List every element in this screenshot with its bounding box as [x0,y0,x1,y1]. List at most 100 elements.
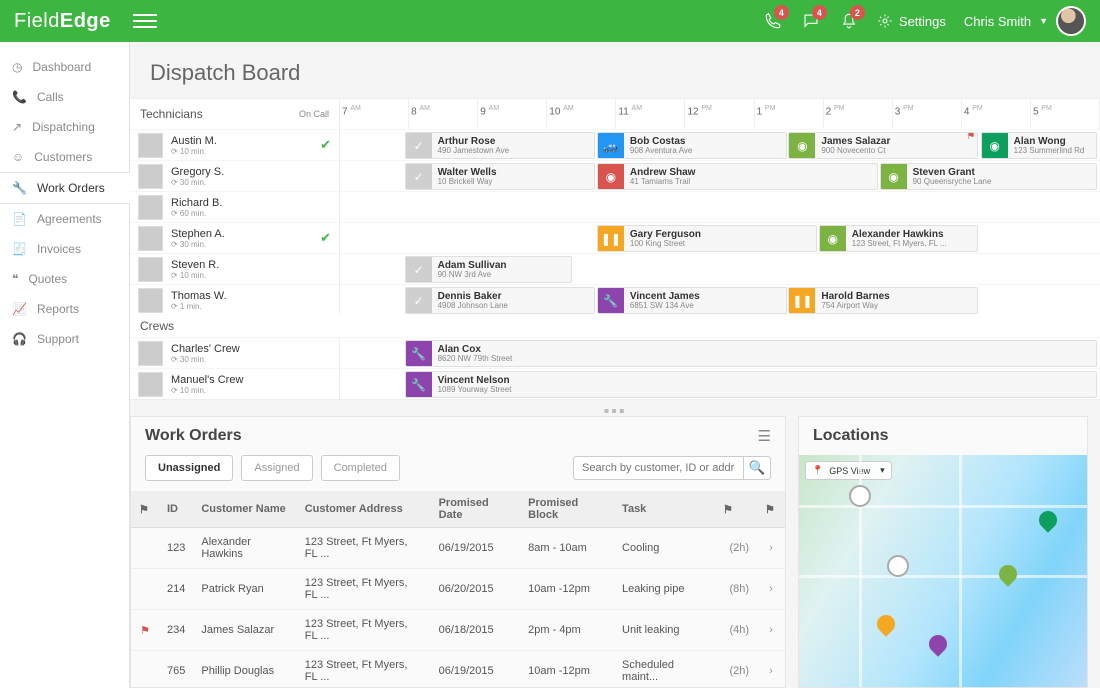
tech-cell[interactable]: Manuel's Crew⟳ 10 min. [130,369,340,399]
job-card[interactable]: ✓Adam Sullivan90 NW 3rd Ave [405,256,572,283]
sidebar-item-work-orders[interactable]: 🔧Work Orders [0,172,130,204]
sidebar: ◷Dashboard📞Calls↗Dispatching☺Customers🔧W… [0,42,130,688]
wo-col-header[interactable]: Customer Name [193,491,296,528]
map-tech-pin[interactable] [887,555,909,577]
wo-date: 06/18/2015 [431,610,521,651]
map-marker[interactable] [995,561,1020,586]
map-marker[interactable] [873,611,898,636]
wo-dur: (4h) [715,610,757,651]
job-card[interactable]: ◉Alexander Hawkins123 Street, Ft Myers, … [819,225,979,252]
chevron-right-icon[interactable]: › [757,651,785,688]
wo-task: Unit leaking [614,610,715,651]
wo-row[interactable]: 123Alexander Hawkins123 Street, Ft Myers… [131,528,785,569]
wo-col-header[interactable]: Promised Date [431,491,521,528]
wo-col-header[interactable]: ID [159,491,193,528]
list-view-icon[interactable]: ☰ [758,427,771,445]
sidebar-item-customers[interactable]: ☺Customers [0,142,129,172]
job-status-icon: ◉ [881,164,907,189]
settings-link[interactable]: Settings [877,13,946,29]
job-status-icon: 🔧 [406,341,432,366]
tech-cell[interactable]: Richard B.⟳ 60 min. [130,192,340,222]
job-card[interactable]: ❚❚Harold Barnes754 Airport Way [788,287,978,314]
chevron-right-icon[interactable]: › [757,610,785,651]
wo-row[interactable]: 765Phillip Douglas123 Street, Ft Myers, … [131,651,785,688]
wo-row[interactable]: 214Patrick Ryan123 Street, Ft Myers, FL … [131,569,785,610]
menu-toggle-icon[interactable] [133,10,157,32]
sidebar-item-dispatching[interactable]: ↗Dispatching [0,112,129,142]
job-card[interactable]: ❚❚Gary Ferguson100 King Street [597,225,817,252]
tech-cell[interactable]: Gregory S.⟳ 30 min. [130,161,340,191]
map[interactable]: 📍 GPS View ▾ [799,455,1087,687]
tech-cell[interactable]: Charles' Crew⟳ 30 min. [130,338,340,368]
resize-grip[interactable]: ▪▪▪ [130,408,1100,416]
job-card[interactable]: 🔧Vincent Nelson1089 Yourway Street [405,371,1097,398]
tech-avatar [138,257,163,282]
settings-label: Settings [899,14,946,29]
job-address: 123 Street, Ft Myers, FL ... [852,240,972,248]
user-menu[interactable]: Chris Smith ▼ [964,6,1086,36]
timeline-track[interactable]: 🔧Vincent Nelson1089 Yourway Street [340,369,1100,399]
chevron-right-icon[interactable]: › [757,528,785,569]
tech-header: Technicians [140,107,203,121]
timeline-track[interactable]: ✓Adam Sullivan90 NW 3rd Ave [340,254,1100,284]
map-marker[interactable] [925,631,950,656]
wo-name: James Salazar [193,610,296,651]
sidebar-item-support[interactable]: 🎧Support [0,324,129,354]
calls-icon[interactable]: 4 [763,11,783,31]
sidebar-item-agreements[interactable]: 📄Agreements [0,204,129,234]
map-marker[interactable] [1035,507,1060,532]
job-status-icon: ✓ [406,133,432,158]
job-card[interactable]: 🚙Bob Costas908 Aventura Ave [597,132,787,159]
job-customer: Andrew Shaw [630,168,871,178]
bell-icon[interactable]: 2 [839,11,859,31]
job-card[interactable]: ✓Arthur Rose490 Jamestown Ave [405,132,595,159]
tech-cell[interactable]: Austin M.⟳ 10 min.✔ [130,130,340,160]
timeline-track[interactable]: ✓Arthur Rose490 Jamestown Ave🚙Bob Costas… [340,130,1100,160]
search-input[interactable] [573,456,743,480]
job-customer: Walter Wells [438,168,588,178]
wo-col-header[interactable]: ⚑ [715,491,757,528]
chevron-right-icon[interactable]: › [757,569,785,610]
job-card[interactable]: 🔧Alan Cox8620 NW 79th Street [405,340,1097,367]
job-card[interactable]: ✓Walter Wells10 Brickell Way [405,163,595,190]
job-address: 6851 SW 134 Ave [630,302,780,310]
sidebar-item-quotes[interactable]: ❝Quotes [0,264,129,294]
wo-col-header[interactable]: ⚑ [131,491,159,528]
wo-row[interactable]: ⚑234James Salazar123 Street, Ft Myers, F… [131,610,785,651]
job-card[interactable]: ◉James Salazar900 Novecento Ct⚑ [788,132,978,159]
map-tech-pin[interactable] [849,485,871,507]
sidebar-item-dashboard[interactable]: ◷Dashboard [0,52,129,82]
sidebar-item-calls[interactable]: 📞Calls [0,82,129,112]
wo-flag [131,569,159,610]
gps-view-toggle[interactable]: 📍 GPS View ▾ [805,461,892,480]
sidebar-item-invoices[interactable]: 🧾Invoices [0,234,129,264]
wo-col-header[interactable]: ⚑ [757,491,785,528]
job-card[interactable]: ◉Alan Wong123 Summerlind Rd [981,132,1097,159]
sidebar-item-reports[interactable]: 📈Reports [0,294,129,324]
locations-panel: Locations 📍 GPS View ▾ [798,416,1088,688]
tab-completed[interactable]: Completed [321,455,400,481]
wo-col-header[interactable]: Task [614,491,715,528]
timeline-track[interactable]: ✓Dennis Baker4908 Johnson Lane🔧Vincent J… [340,285,1100,315]
job-card[interactable]: 🔧Vincent James6851 SW 134 Ave [597,287,787,314]
job-status-icon: ❚❚ [789,288,815,313]
wo-col-header[interactable]: Customer Address [297,491,431,528]
search-button[interactable]: 🔍 [743,456,771,480]
tech-cell[interactable]: Thomas W.⟳ 1 min. [130,285,340,315]
job-card[interactable]: ✓Dennis Baker4908 Johnson Lane [405,287,595,314]
tech-name: Manuel's Crew [171,374,243,386]
job-address: 90 Queensryche Lane [913,178,1090,186]
tech-cell[interactable]: Stephen A.⟳ 30 min.✔ [130,223,340,253]
wo-col-header[interactable]: Promised Block [520,491,614,528]
timeline-track[interactable]: ✓Walter Wells10 Brickell Way◉Andrew Shaw… [340,161,1100,191]
timeline-track[interactable] [340,192,1100,222]
tab-assigned[interactable]: Assigned [241,455,312,481]
timeline-track[interactable]: ❚❚Gary Ferguson100 King Street◉Alexander… [340,223,1100,253]
wo-dur: (2h) [715,528,757,569]
timeline-track[interactable]: 🔧Alan Cox8620 NW 79th Street [340,338,1100,368]
chat-icon[interactable]: 4 [801,11,821,31]
tech-cell[interactable]: Steven R.⟳ 10 min. [130,254,340,284]
job-card[interactable]: ◉Steven Grant90 Queensryche Lane [880,163,1097,190]
tab-unassigned[interactable]: Unassigned [145,455,233,481]
job-card[interactable]: ◉Andrew Shaw41 Tamiams Trail [597,163,878,190]
